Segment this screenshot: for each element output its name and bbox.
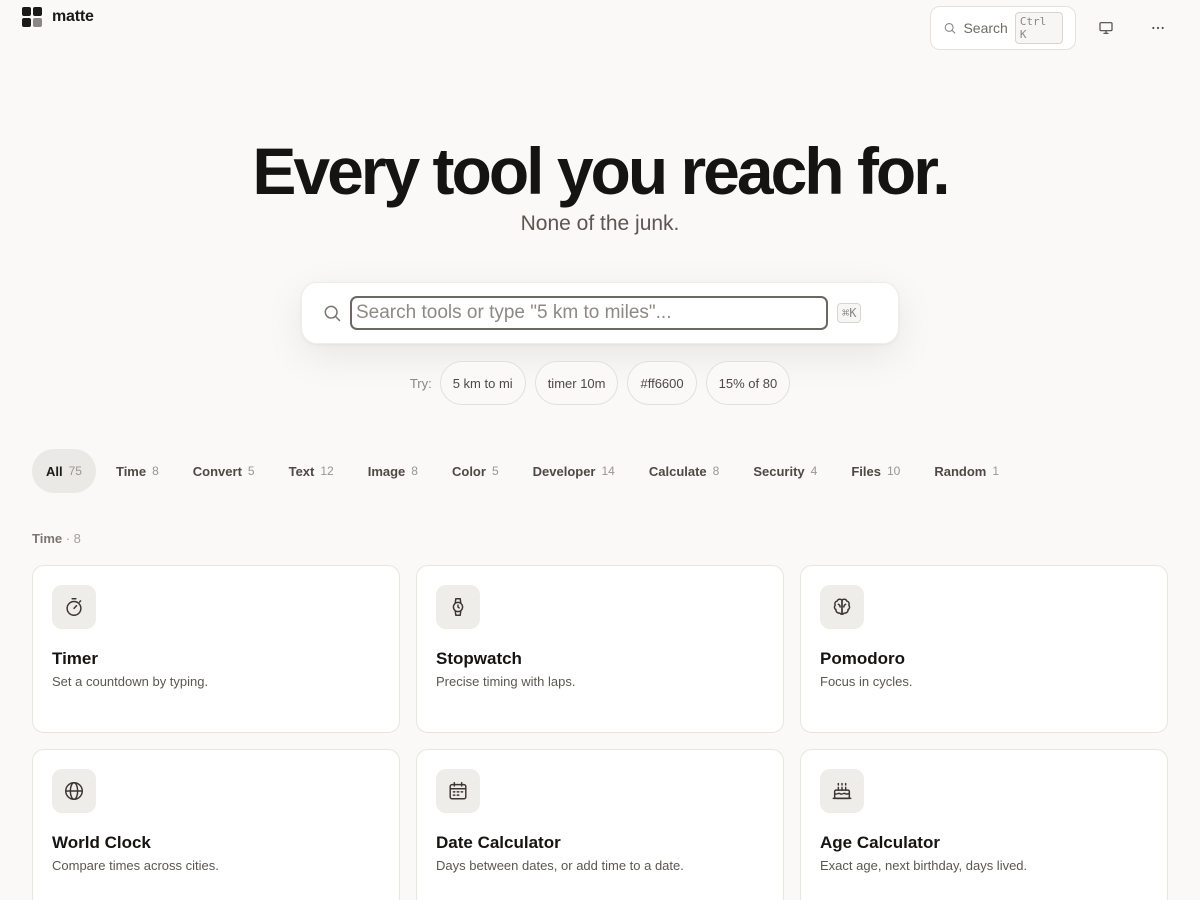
tool-card-date-calculator[interactable]: Date Calculator Days between dates, or a…	[416, 749, 784, 900]
tab-count: 10	[886, 464, 901, 478]
example-chip[interactable]: timer 10m	[534, 361, 619, 405]
card-title: Age Calculator	[820, 833, 940, 852]
header-search-label: Search	[963, 20, 1008, 36]
logo-mark-icon	[22, 7, 42, 27]
monitor-icon	[1099, 22, 1113, 34]
tab-count: 8	[411, 464, 418, 478]
tab-label: Color	[451, 463, 486, 479]
tab-label: All	[46, 463, 63, 479]
hero-subtitle: None of the junk.	[520, 212, 680, 235]
more-horizontal-icon	[1152, 26, 1164, 30]
tool-card-world-clock[interactable]: World Clock Compare times across cities.	[32, 749, 400, 900]
card-icon-wrap	[52, 585, 96, 629]
card-description: Exact age, next birthday, days lived.	[820, 858, 1028, 873]
tab-count: 5	[247, 464, 255, 478]
card-description: Precise timing with laps.	[436, 674, 576, 689]
example-chip[interactable]: #ff6600	[627, 361, 697, 405]
calendar-icon	[449, 782, 467, 800]
more-options-button[interactable]	[1142, 12, 1174, 44]
tab-label: Image	[367, 463, 406, 479]
tab-count: 4	[810, 464, 818, 478]
tool-card-timer[interactable]: Timer Set a countdown by typing.	[32, 565, 400, 733]
card-icon-wrap	[436, 585, 480, 629]
main-search-box: ⌘K	[301, 282, 899, 344]
card-icon-wrap	[52, 769, 96, 813]
tab-count: 8	[152, 464, 159, 478]
watch-icon	[452, 598, 464, 616]
try-examples: Try: 5 km to mi timer 10m #ff6600 15% of…	[0, 361, 1200, 405]
tool-card-stopwatch[interactable]: Stopwatch Precise timing with laps.	[416, 565, 784, 733]
tab-count: 75	[68, 464, 82, 478]
brain-icon	[833, 598, 851, 615]
header-search-button[interactable]: Search Ctrl K	[930, 6, 1076, 50]
tab-all[interactable]: All 75	[32, 449, 96, 493]
tab-files[interactable]: Files 10	[837, 449, 914, 493]
tab-count: 1	[992, 464, 1000, 478]
globe-icon	[65, 782, 83, 800]
tab-count: 12	[320, 464, 334, 478]
example-chip[interactable]: 15% of 80	[705, 361, 791, 405]
header-search-shortcut: Ctrl K	[1014, 12, 1063, 44]
app-logo[interactable]: matte	[22, 7, 94, 27]
tab-label: Time	[115, 463, 147, 479]
section-title: Time	[32, 531, 63, 546]
tab-convert[interactable]: Convert 5	[179, 449, 269, 493]
cake-icon	[832, 782, 852, 800]
try-label: Try:	[409, 375, 432, 391]
hero-title: Every tool you reach for.	[252, 134, 950, 208]
tab-label: Files	[851, 463, 881, 479]
tab-calculate[interactable]: Calculate 8	[635, 449, 734, 493]
tab-color[interactable]: Color 5	[438, 449, 513, 493]
card-title: Timer	[52, 649, 98, 668]
tab-label: Calculate	[648, 463, 707, 479]
card-title: Pomodoro	[820, 649, 905, 668]
tool-card-age-calculator[interactable]: Age Calculator Exact age, next birthday,…	[800, 749, 1168, 900]
tab-label: Random	[934, 463, 987, 479]
card-description: Set a countdown by typing.	[52, 674, 209, 689]
tab-label: Convert	[192, 463, 242, 479]
card-description: Compare times across cities.	[52, 858, 219, 873]
tab-developer[interactable]: Developer 14	[519, 449, 629, 493]
card-title: World Clock	[52, 833, 151, 852]
display-mode-button[interactable]	[1090, 12, 1122, 44]
tab-count: 5	[491, 464, 499, 478]
tool-card-pomodoro[interactable]: Pomodoro Focus in cycles.	[800, 565, 1168, 733]
search-shortcut-hint: ⌘K	[837, 303, 862, 323]
category-tabs: All 75 Time 8 Convert 5 Text 12 Image 8 Color…	[32, 449, 1019, 493]
tab-security[interactable]: Security 4	[739, 449, 831, 493]
tab-time[interactable]: Time 8	[102, 449, 173, 493]
search-icon	[324, 305, 341, 322]
timer-icon	[66, 598, 82, 616]
example-chip[interactable]: 5 km to mi	[439, 361, 526, 405]
card-description: Focus in cycles.	[820, 674, 913, 689]
section-heading: Time · 8	[32, 531, 81, 546]
tab-label: Developer	[532, 463, 596, 479]
card-title: Stopwatch	[436, 649, 522, 668]
tab-label: Security	[753, 463, 805, 479]
search-icon	[944, 22, 956, 34]
tool-grid: Timer Set a countdown by typing. Stopwat…	[32, 565, 1168, 900]
tab-random[interactable]: Random 1	[920, 449, 1013, 493]
section-count: · 8	[65, 531, 81, 546]
tab-count: 14	[601, 464, 615, 478]
tab-count: 8	[712, 464, 720, 478]
card-title: Date Calculator	[436, 833, 561, 852]
card-description: Days between dates, or add time to a dat…	[436, 858, 684, 873]
tab-image[interactable]: Image 8	[354, 449, 432, 493]
tab-label: Text	[288, 463, 315, 479]
card-icon-wrap	[436, 769, 480, 813]
card-icon-wrap	[820, 585, 864, 629]
tab-text[interactable]: Text 12	[275, 449, 348, 493]
app-name: matte	[52, 8, 94, 25]
tool-search-input[interactable]	[350, 296, 828, 330]
card-icon-wrap	[820, 769, 864, 813]
